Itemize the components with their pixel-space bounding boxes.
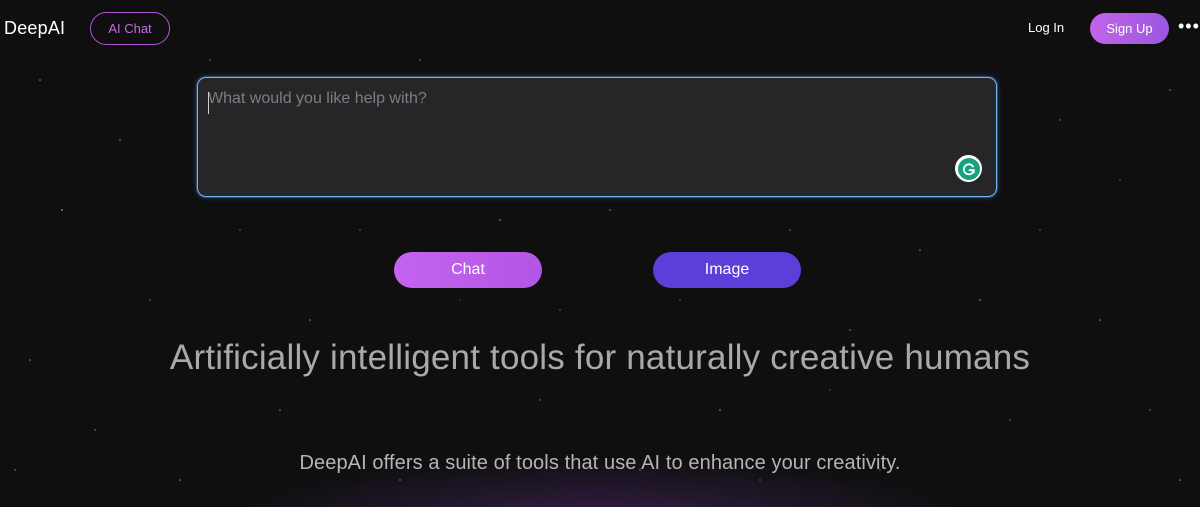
image-button[interactable]: Image [653, 252, 801, 288]
more-horizontal-icon[interactable]: ••• [1178, 16, 1200, 37]
grammarly-icon[interactable] [955, 155, 982, 182]
text-cursor [208, 92, 209, 114]
hero-headline: Artificially intelligent tools for natur… [169, 338, 1031, 377]
prompt-box [197, 77, 997, 197]
hero-subline: DeepAI offers a suite of tools that use … [299, 452, 901, 474]
grammarly-badge [957, 157, 980, 180]
login-link[interactable]: Log In [1028, 20, 1064, 35]
deepai-logo[interactable]: DeepAI [4, 18, 65, 39]
prompt-input[interactable] [206, 86, 988, 188]
ai-chat-button[interactable]: AI Chat [90, 12, 170, 45]
chat-button[interactable]: Chat [394, 252, 542, 288]
grammarly-g-glyph [962, 162, 975, 175]
signup-button[interactable]: Sign Up [1090, 13, 1169, 44]
top-nav-bar: DeepAI AI Chat Log In Sign Up ••• [0, 0, 1200, 58]
